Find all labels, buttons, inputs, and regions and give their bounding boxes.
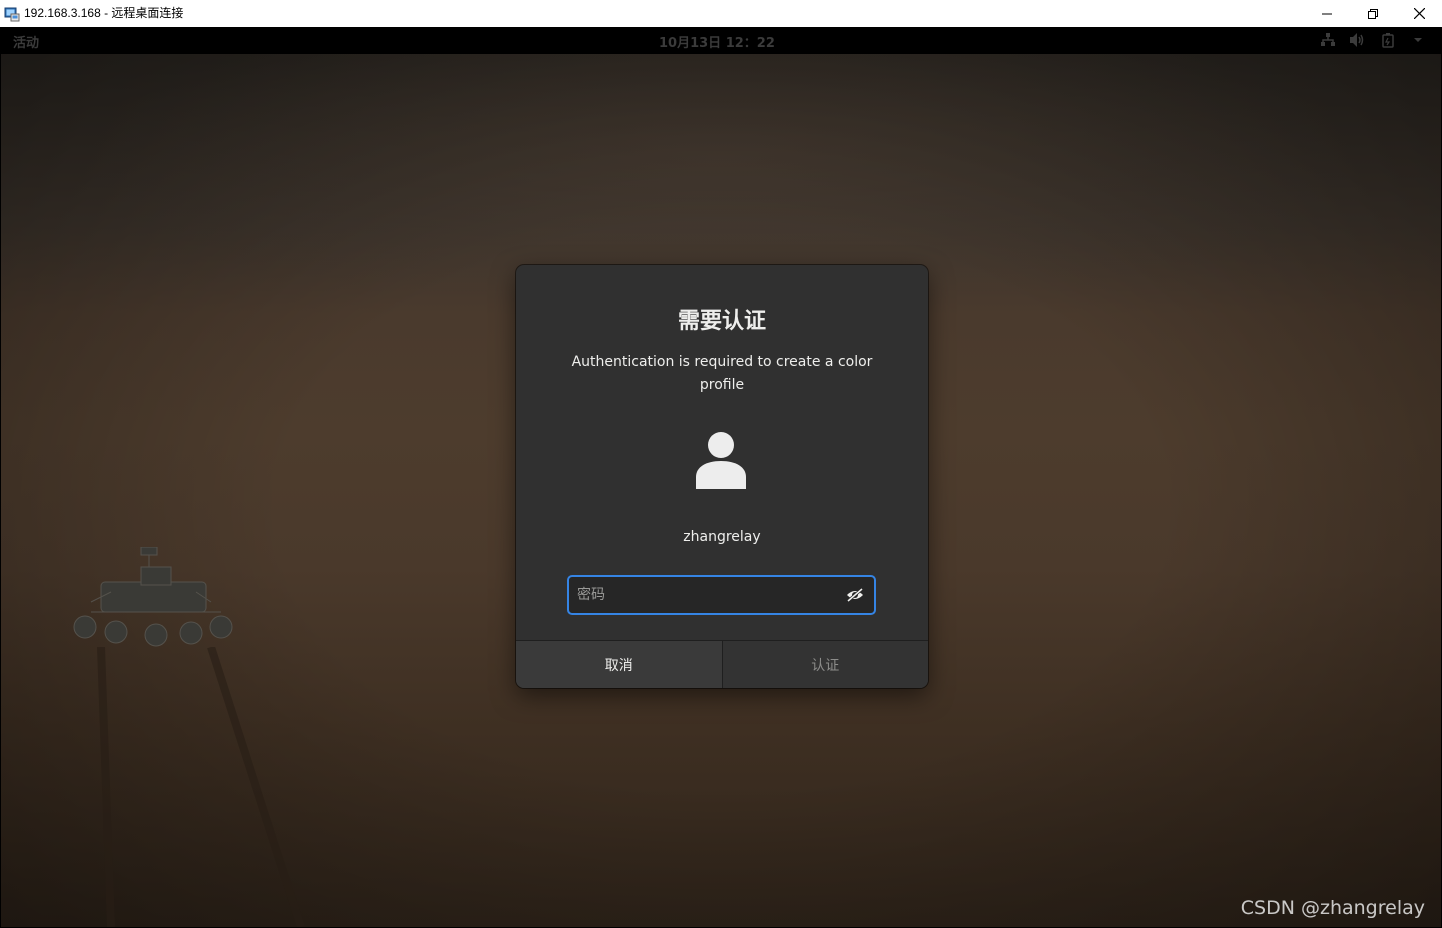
clock[interactable]: 10月13日 12：22	[659, 32, 775, 51]
window-title: 192.168.3.168 - 远程桌面连接	[24, 6, 184, 20]
dialog-title: 需要认证	[677, 309, 766, 334]
password-input[interactable]	[569, 577, 844, 613]
authentication-dialog: 需要认证 Authentication is required to creat…	[516, 265, 928, 688]
close-icon	[1413, 8, 1425, 19]
rover-wallpaper-image	[73, 547, 233, 647]
cancel-button[interactable]: 取消	[516, 641, 723, 688]
password-peek-icon[interactable]	[844, 584, 866, 606]
gnome-top-bar: 活动 10月13日 12：22	[1, 27, 1441, 54]
minimize-icon	[1322, 13, 1332, 14]
dialog-button-row: 取消 认证	[516, 640, 928, 688]
user-avatar-icon	[696, 432, 746, 489]
window-controls	[1304, 0, 1442, 27]
volume-icon	[1349, 31, 1367, 49]
remote-desktop: 活动 10月13日 12：22 需要认证 Authentication is r…	[1, 27, 1441, 927]
restore-icon	[1368, 8, 1378, 19]
system-tray[interactable]	[1319, 31, 1427, 49]
watermark: CSDN @zhangrelay	[1240, 897, 1425, 919]
rover-tracks	[97, 647, 305, 927]
restore-button[interactable]	[1350, 0, 1396, 27]
close-button[interactable]	[1396, 0, 1442, 27]
chevron-down-icon	[1409, 31, 1427, 49]
password-field[interactable]	[567, 575, 876, 615]
activities-button[interactable]: 活动	[13, 32, 39, 51]
minimize-button[interactable]	[1304, 0, 1350, 27]
username-label: zhangrelay	[683, 529, 761, 545]
dialog-message: Authentication is required to create a c…	[571, 354, 873, 393]
battery-icon	[1379, 31, 1397, 49]
rdp-window-titlebar: 192.168.3.168 - 远程桌面连接	[0, 0, 1442, 27]
network-icon	[1319, 31, 1337, 49]
remote-desktop-icon	[4, 7, 20, 21]
authenticate-button[interactable]: 认证	[722, 641, 928, 688]
